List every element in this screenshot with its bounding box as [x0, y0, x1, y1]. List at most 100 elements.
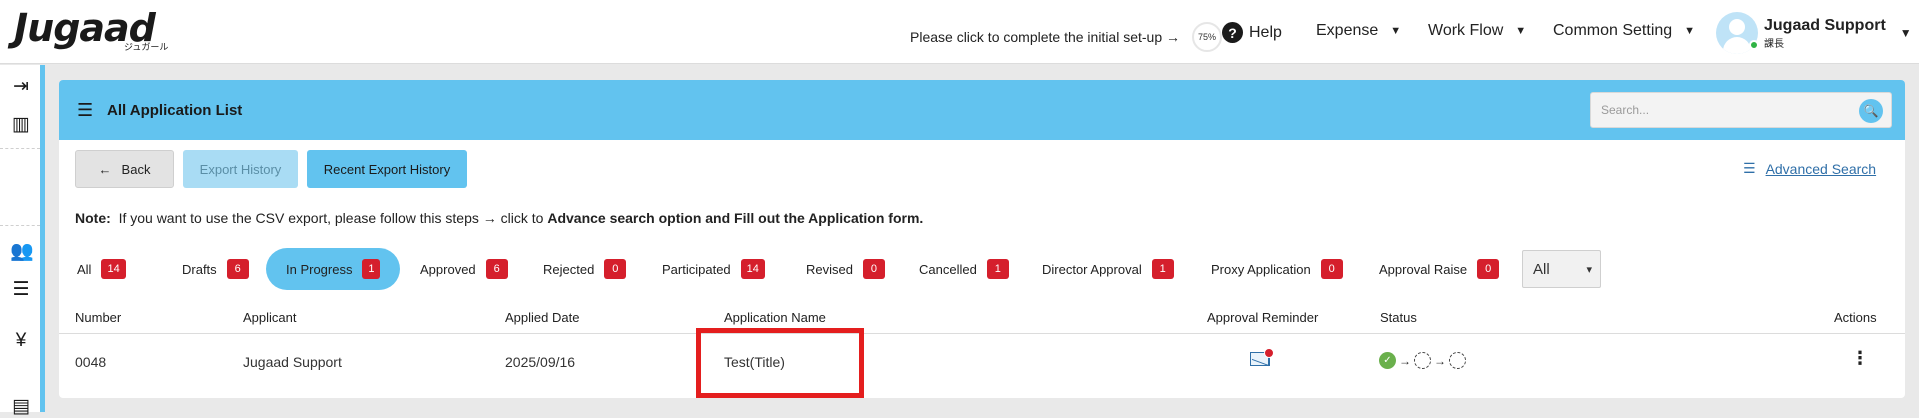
tab-label: Revised [806, 261, 853, 277]
cell-applicant: Jugaad Support [243, 354, 342, 370]
tab-label: Proxy Application [1211, 261, 1311, 277]
count-badge: 14 [740, 259, 765, 279]
check-circle-icon: ✓ [1379, 352, 1396, 369]
pending-circle-icon [1414, 352, 1431, 369]
count-badge: 6 [485, 259, 508, 279]
tab-label: Approved [420, 261, 476, 277]
nav-common-setting-label: Common Setting [1553, 22, 1673, 39]
nav-common-setting[interactable]: Common Setting ▼ [1553, 22, 1695, 40]
tab-rejected[interactable]: Rejected 0 [543, 248, 627, 290]
cell-applied-date: 2025/09/16 [505, 354, 576, 370]
search-box: 🔍 [1590, 92, 1892, 128]
back-button[interactable]: ← Back [75, 150, 174, 188]
sidebar-accent [40, 65, 45, 412]
tab-participated[interactable]: Participated 14 [662, 248, 765, 290]
count-badge: 1 [986, 259, 1009, 279]
tab-label: Approval Raise [1379, 261, 1468, 277]
filter-search-icon: ☰ [1743, 160, 1756, 176]
sidebar: ⇥ ▥ 👥 ☰ ¥ ▤ [0, 65, 40, 417]
application-list-panel: ☰ All Application List 🔍 ← Back Export H… [59, 80, 1905, 398]
note-text: If you want to use the CSV export, pleas… [118, 210, 548, 226]
col-actions: Actions [1834, 310, 1877, 325]
help-link[interactable]: ? Help [1222, 22, 1282, 43]
filter-select[interactable]: All ▾ [1522, 250, 1601, 288]
list-icon: ☰ [77, 100, 94, 120]
row-actions-menu[interactable]: ⋮ [1851, 348, 1869, 369]
top-header: Jugaad ジュガール Please click to complete th… [0, 0, 1919, 64]
count-badge: 0 [1477, 259, 1500, 279]
advanced-search-label: Advanced Search [1765, 160, 1877, 177]
page-title: All Application List [107, 102, 243, 119]
nav-expense[interactable]: Expense ▼ [1316, 22, 1401, 40]
document-icon[interactable]: ▤ [10, 395, 32, 418]
building-icon[interactable]: ▥ [10, 113, 32, 136]
caret-down-icon: ▼ [1390, 25, 1402, 37]
count-badge: 1 [1151, 259, 1174, 279]
tab-proxy-application[interactable]: Proxy Application 0 [1211, 248, 1343, 290]
export-history-button[interactable]: Export History [183, 150, 298, 188]
panel-header: ☰ All Application List 🔍 [59, 80, 1905, 140]
tab-label: Participated [662, 261, 731, 277]
list-icon[interactable]: ☰ [10, 278, 32, 301]
search-input[interactable] [1591, 93, 1851, 127]
col-number: Number [75, 310, 122, 325]
count-badge: 14 [101, 259, 126, 279]
tab-label: Director Approval [1042, 261, 1142, 277]
advanced-search-link[interactable]: ☰ Advanced Search [1743, 160, 1876, 177]
arrow-right-icon: → [1399, 353, 1411, 368]
tab-drafts[interactable]: Drafts 6 [182, 248, 249, 290]
col-application-name: Application Name [724, 310, 826, 325]
tab-director-approval[interactable]: Director Approval 1 [1042, 248, 1174, 290]
tab-revised[interactable]: Revised 0 [806, 248, 885, 290]
yen-icon[interactable]: ¥ [10, 330, 32, 352]
note-bold: Advance search option and Fill out the A… [547, 210, 924, 226]
user-menu[interactable]: Jugaad Support 課長 ▼ [1716, 12, 1912, 54]
count-badge: 0 [1320, 259, 1343, 279]
note-label: Note: [75, 210, 111, 226]
table-header-divider [59, 333, 1905, 334]
reminder-badge-icon [1264, 348, 1274, 358]
filter-select-value: All [1533, 260, 1550, 278]
nav-workflow-label: Work Flow [1428, 22, 1504, 39]
help-label: Help [1249, 23, 1282, 41]
cell-number: 0048 [75, 354, 107, 370]
online-status-icon [1749, 40, 1759, 50]
setup-text: Please click to complete the initial set… [910, 29, 1181, 45]
col-approval-reminder: Approval Reminder [1207, 310, 1319, 325]
count-badge: 0 [862, 259, 885, 279]
arrow-left-icon: ← [98, 161, 112, 177]
tab-label: All [77, 261, 92, 277]
search-icon[interactable]: 🔍 [1859, 99, 1883, 123]
count-badge: 0 [604, 259, 627, 279]
tab-cancelled[interactable]: Cancelled 1 [919, 248, 1009, 290]
recent-export-history-button[interactable]: Recent Export History [307, 150, 467, 188]
highlight-box [696, 328, 864, 398]
tab-approval-raise[interactable]: Approval Raise 0 [1379, 248, 1500, 290]
caret-down-icon: ▼ [1515, 25, 1527, 37]
nav-workflow[interactable]: Work Flow ▼ [1428, 22, 1526, 40]
initial-setup-link[interactable]: Please click to complete the initial set… [910, 22, 1223, 52]
sidebar-divider [0, 225, 40, 226]
setup-progress: 75% [1192, 22, 1223, 52]
tab-label: In Progress [286, 261, 353, 277]
count-badge: 6 [226, 259, 249, 279]
count-badge: 1 [362, 259, 381, 279]
col-applicant: Applicant [243, 310, 297, 325]
help-icon: ? [1222, 22, 1243, 43]
col-applied-date: Applied Date [505, 310, 580, 325]
sidebar-divider [0, 148, 40, 149]
nav-expense-label: Expense [1316, 22, 1379, 39]
tab-approved[interactable]: Approved 6 [420, 248, 508, 290]
chevron-down-icon: ▾ [1586, 263, 1592, 276]
tab-label: Cancelled [919, 261, 977, 277]
status-flow: ✓ → → [1379, 352, 1466, 369]
sidebar-toggle-icon[interactable]: ⇥ [10, 75, 32, 98]
caret-down-icon: ▼ [1684, 25, 1696, 37]
tab-in-progress[interactable]: In Progress 1 [266, 248, 400, 290]
users-icon[interactable]: 👥 [10, 239, 34, 263]
back-label: Back [121, 161, 151, 177]
arrow-right-icon: → [1434, 353, 1446, 368]
tab-label: Drafts [182, 261, 217, 277]
logo-subtitle: ジュガール [124, 43, 169, 53]
tab-all[interactable]: All 14 [77, 248, 126, 290]
